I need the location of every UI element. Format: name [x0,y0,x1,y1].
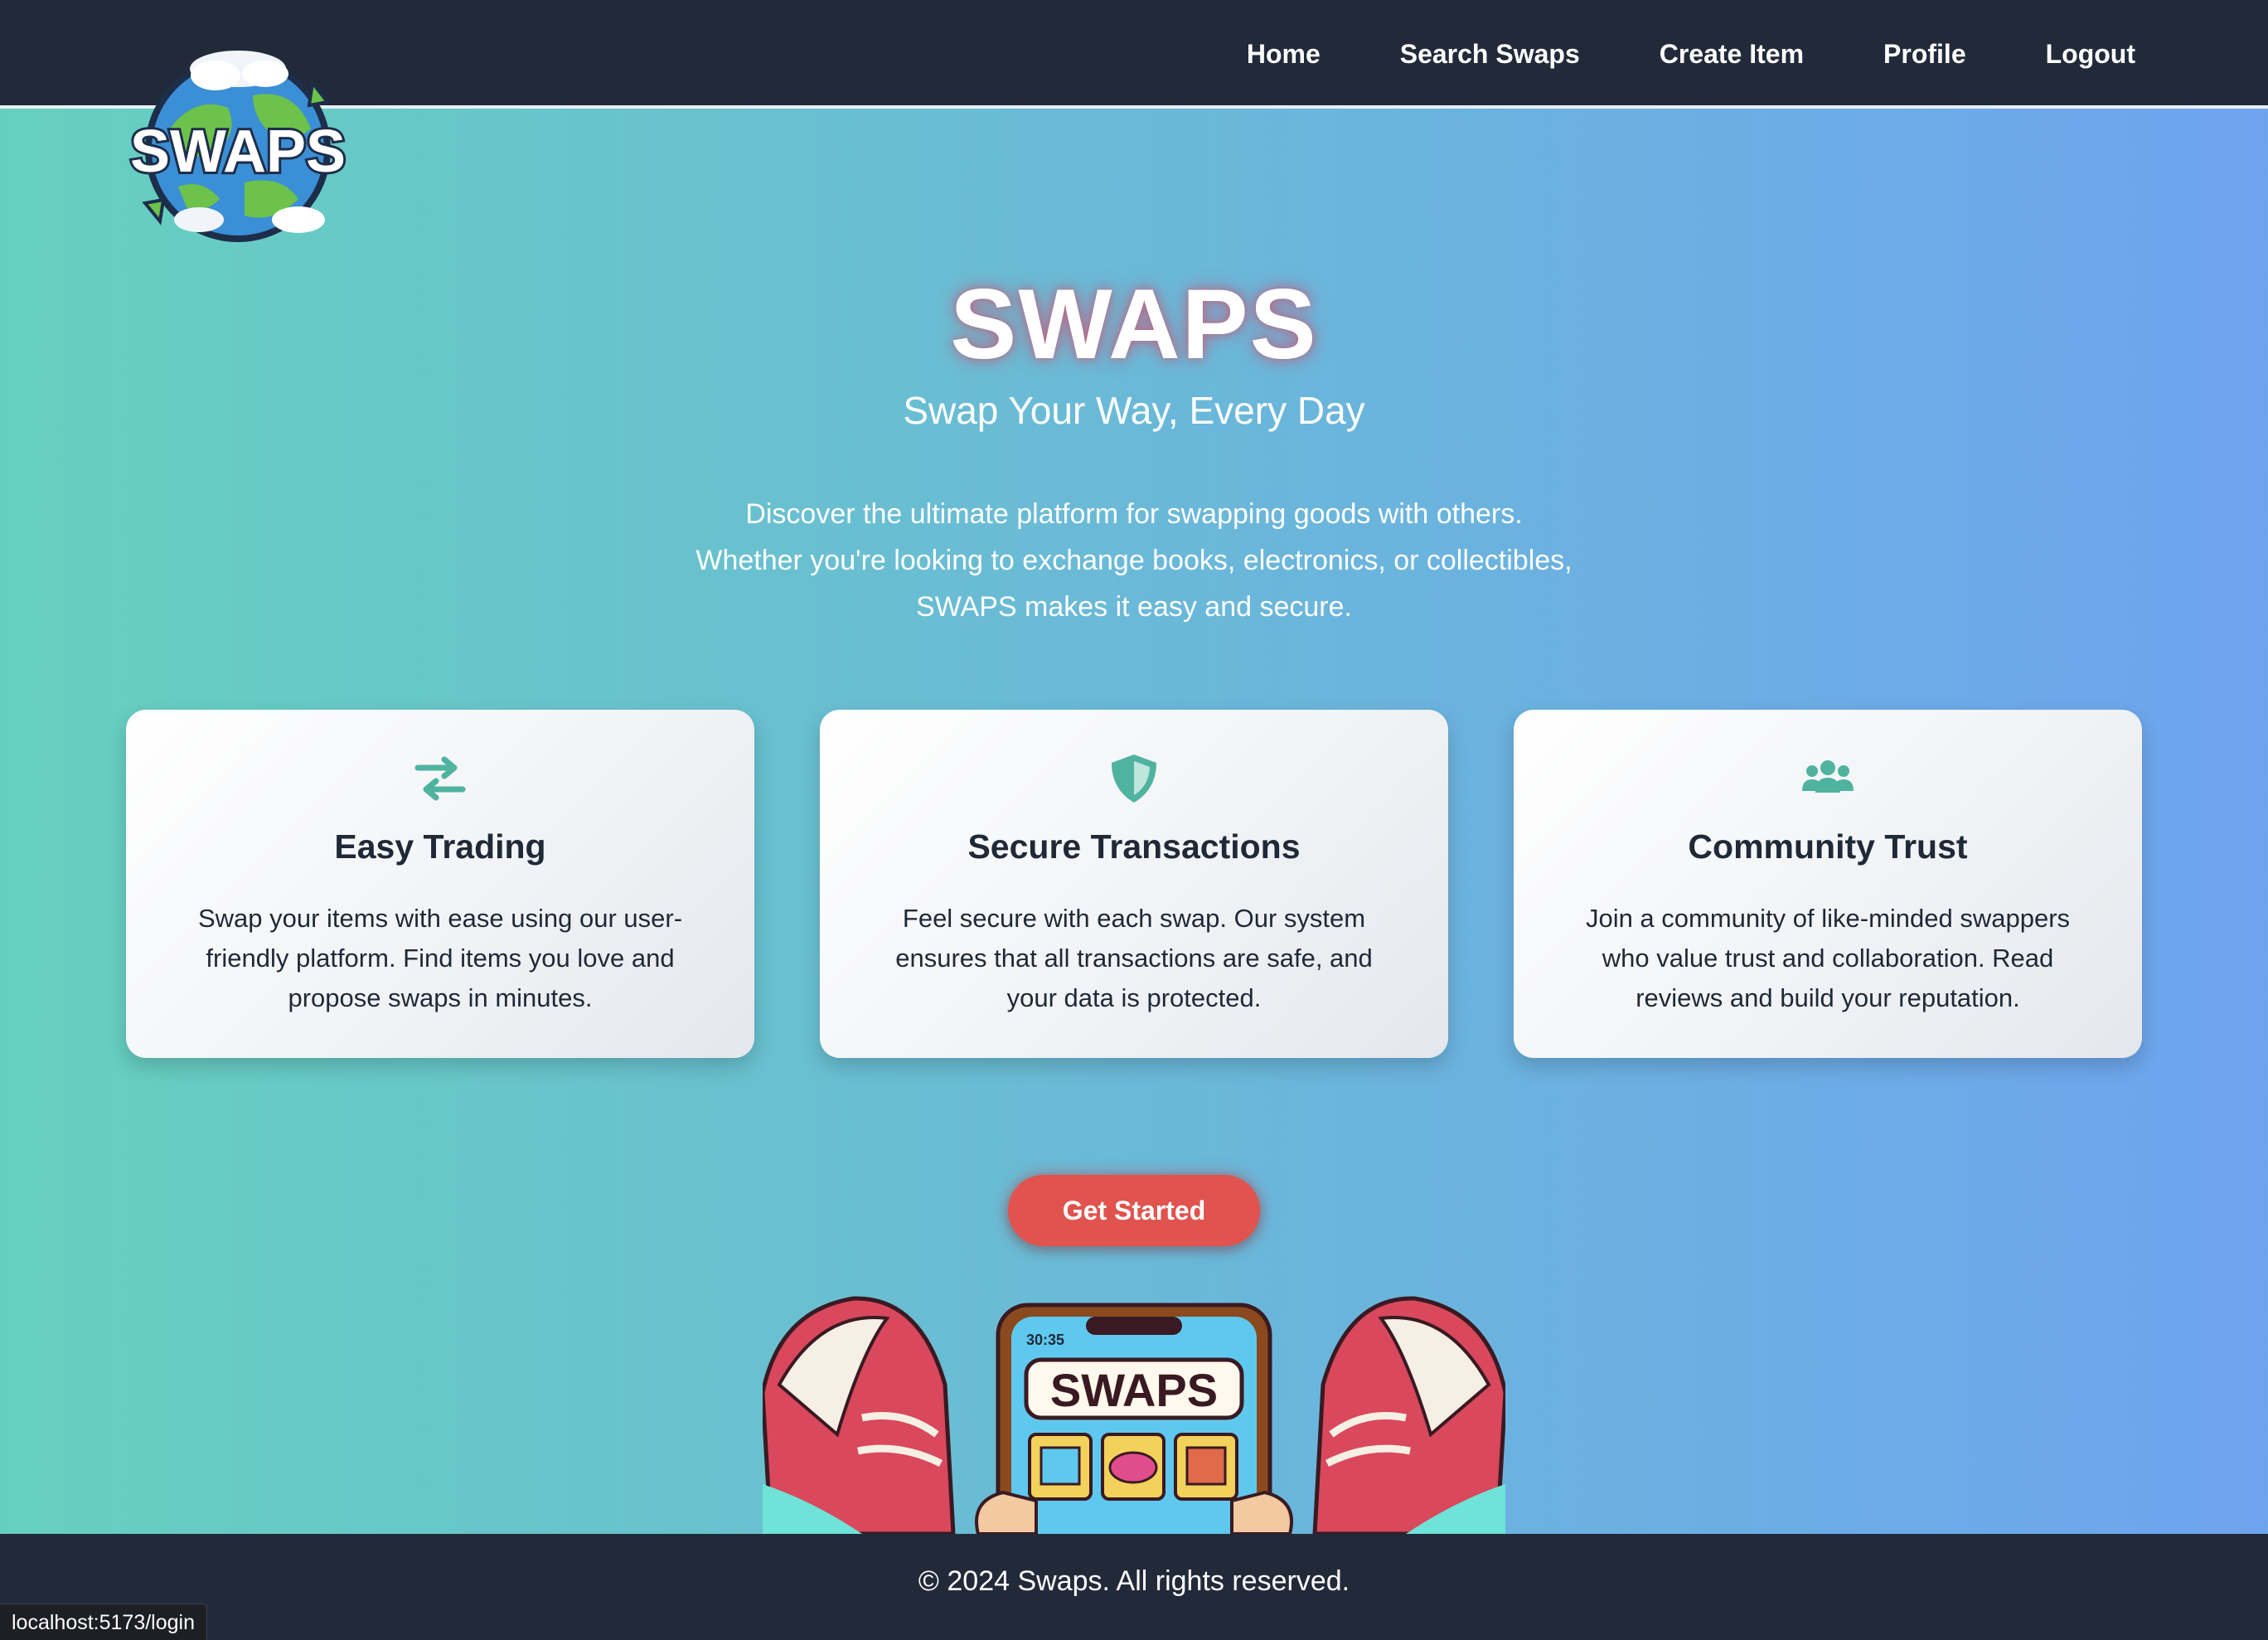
feature-text: Feel secure with each swap. Our system e… [895,904,1373,1012]
nav-link-logout[interactable]: Logout [2046,39,2135,70]
nav-links: Home Search Swaps Create Item Profile Lo… [1167,0,2135,109]
feature-text: Join a community of like-minded swappers… [1585,904,2071,1012]
feature-text: Swap your items with ease using our user… [197,904,683,1012]
hero-illustration: 30:35 SWAPS [763,1293,1505,1534]
hero-title: SWAPS [950,269,1318,380]
phone-title: SWAPS [1050,1364,1218,1416]
swaps-logo[interactable]: SWAPS [128,37,348,249]
feature-title: Community Trust [1688,827,1968,866]
footer: © 2024 Swaps. All rights reserved. [0,1534,2268,1640]
status-bar-url: localhost:5173/login [0,1604,207,1640]
get-started-button[interactable]: Get Started [1008,1175,1260,1246]
hero-description-line: Whether you're looking to exchange books… [695,545,1573,576]
hero-tagline: Swap Your Way, Every Day [903,389,1365,432]
footer-copyright: © 2024 Swaps. All rights reserved. [918,1565,1350,1597]
shield-icon [1112,754,1156,803]
nav-link-search-swaps[interactable]: Search Swaps [1400,39,1580,70]
users-icon [1802,760,1854,793]
globe-logo-icon: SWAPS [128,51,348,242]
feature-title: Secure Transactions [967,827,1301,866]
hero-description-line: Discover the ultimate platform for swapp… [745,498,1523,530]
hero-description-line: SWAPS makes it easy and secure. [916,591,1352,623]
feature-title: Easy Trading [334,827,546,866]
phone-sneakers-illustration-icon: 30:35 SWAPS [763,1296,1505,1534]
phone-time: 30:35 [1026,1332,1064,1348]
feature-card-easy-trading: Easy Trading Swap your items with ease u… [126,710,754,1058]
nav-link-profile[interactable]: Profile [1883,39,1966,70]
nav-link-create-item[interactable]: Create Item [1660,39,1804,70]
hero-description: Discover the ultimate platform for swapp… [554,491,1714,630]
feature-card-secure-transactions: Secure Transactions Feel secure with eac… [820,710,1448,1058]
nav-link-home[interactable]: Home [1247,39,1321,70]
exchange-arrows-icon [414,756,466,801]
logo-text: SWAPS [130,119,346,185]
feature-card-community-trust: Community Trust Join a community of like… [1514,710,2142,1058]
